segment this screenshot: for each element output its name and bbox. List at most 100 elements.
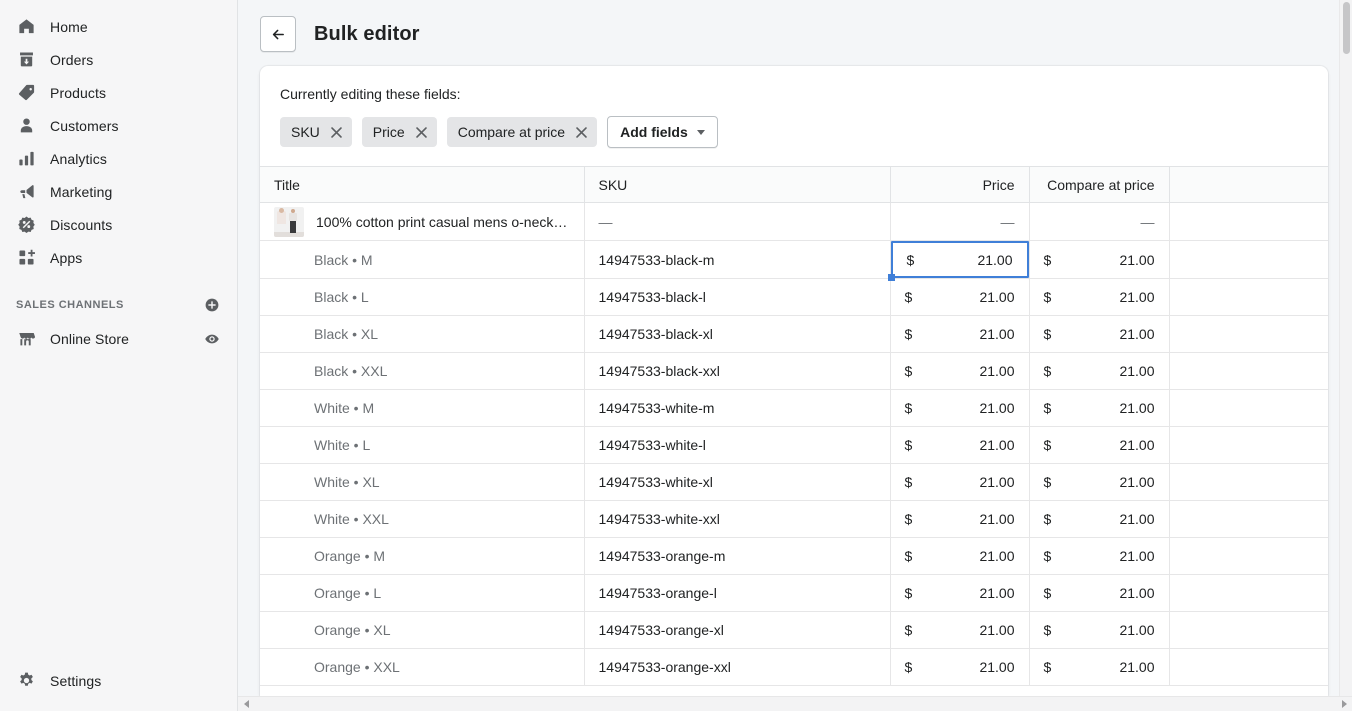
variant-sku-cell[interactable]: 14947533-orange-xl [584,611,891,649]
variant-price-cell[interactable]: $21.00 [890,278,1030,316]
variant-compare-price-cell[interactable]: $21.00 [1029,463,1170,501]
variant-compare-price-cell[interactable]: $21.00 [1029,315,1170,353]
field-chips: SKU Price Compare at price Add fields [280,116,1308,148]
sidebar-item-orders[interactable]: Orders [8,43,229,76]
sidebar-item-customers[interactable]: Customers [8,109,229,142]
currency-symbol: $ [1043,437,1052,453]
table-row[interactable]: White • L 14947533-white-l $21.00 $21.00 [260,426,1328,464]
variant-title-cell: Orange • XXL [260,648,585,686]
table-row[interactable]: Orange • L 14947533-orange-l $21.00 $21.… [260,574,1328,612]
product-row[interactable]: 100% cotton print casual mens o-neck t..… [260,202,1328,241]
variant-compare-price-cell[interactable]: $21.00 [1029,352,1170,390]
variant-sku-cell[interactable]: 14947533-orange-m [584,537,891,575]
eye-icon[interactable] [203,330,221,348]
table-row[interactable]: White • XXL 14947533-white-xxl $21.00 $2… [260,500,1328,538]
variant-compare-price-cell[interactable]: $21.00 [1029,537,1170,575]
close-icon[interactable] [415,126,428,139]
variant-compare-price-cell[interactable]: $21.00 [1029,389,1170,427]
back-button[interactable] [260,16,296,52]
variant-compare-price-cell[interactable]: $21.00 [1029,611,1170,649]
variant-sku-cell[interactable]: 14947533-white-m [584,389,891,427]
field-chip-compare-at-price[interactable]: Compare at price [446,117,598,147]
variant-price-cell[interactable]: $21.00 [890,463,1030,501]
vertical-scrollbar-thumb[interactable] [1343,2,1350,54]
variant-price-cell[interactable]: $21.00 [890,537,1030,575]
table-row[interactable]: Black • M 14947533-black-m $ 21.00 $ 21.… [260,240,1328,281]
variant-price-cell[interactable]: $21.00 [890,648,1030,686]
scroll-right-arrow-icon[interactable] [1336,697,1352,711]
variant-price-value: 21.00 [979,326,1015,342]
currency-symbol: $ [904,511,913,527]
variant-compare-price-cell[interactable]: $21.00 [1029,278,1170,316]
table-row[interactable]: Orange • M 14947533-orange-m $21.00 $21.… [260,537,1328,575]
variant-price-cell[interactable]: $21.00 [890,500,1030,538]
table-row[interactable]: Black • XL 14947533-black-xl $21.00 $21.… [260,315,1328,353]
table-row[interactable]: Black • XXL 14947533-black-xxl $21.00 $2… [260,352,1328,390]
sidebar-item-marketing[interactable]: Marketing [8,175,229,208]
sidebar-item-settings[interactable]: Settings [8,664,229,697]
variant-sku-cell[interactable]: 14947533-black-m [584,240,891,279]
variant-price-cell[interactable]: $21.00 [890,352,1030,390]
sidebar-item-apps[interactable]: Apps [8,241,229,274]
variant-price-value: 21.00 [979,511,1015,527]
variant-compare-price-cell[interactable]: $21.00 [1029,426,1170,464]
table-row[interactable]: White • M 14947533-white-m $21.00 $21.00 [260,389,1328,427]
product-title-cell[interactable]: 100% cotton print casual mens o-neck t..… [260,202,585,241]
variant-sku-cell[interactable]: 14947533-white-xxl [584,500,891,538]
spacer-cell [1169,574,1328,612]
variant-sku-cell[interactable]: 14947533-white-l [584,426,891,464]
variant-compare-price-cell[interactable]: $21.00 [1029,648,1170,686]
variant-sku: 14947533-black-l [598,289,706,305]
sidebar-item-products[interactable]: Products [8,76,229,109]
home-icon [16,17,36,37]
spacer-cell [1169,648,1328,686]
add-fields-button[interactable]: Add fields [607,116,718,148]
variant-price-cell[interactable]: $21.00 [890,426,1030,464]
currency-symbol: $ [904,585,913,601]
bulk-edit-table-wrapper[interactable]: Title SKU Price Compare at price 100% co… [260,166,1328,696]
variant-sku-cell[interactable]: 14947533-black-xxl [584,352,891,390]
variant-compare-price-cell[interactable]: $21.00 [1029,574,1170,612]
variant-sku-cell[interactable]: 14947533-orange-l [584,574,891,612]
fill-handle[interactable] [887,274,895,281]
sidebar-item-home[interactable]: Home [8,10,229,43]
table-row[interactable]: Orange • XL 14947533-orange-xl $21.00 $2… [260,611,1328,649]
column-header-price[interactable]: Price [890,166,1030,203]
variant-price-cell-focused[interactable]: $ 21.00 [887,240,1030,281]
variant-sku-cell[interactable]: 14947533-black-l [584,278,891,316]
variant-compare-price-cell[interactable]: $ 21.00 [1029,240,1170,279]
variant-sku-cell[interactable]: 14947533-orange-xxl [584,648,891,686]
sales-channels-section-header: SALES CHANNELS [8,292,229,318]
vertical-scrollbar[interactable] [1339,0,1352,696]
sidebar-item-label: Orders [50,51,94,68]
variant-price-cell[interactable]: $21.00 [890,389,1030,427]
column-header-sku[interactable]: SKU [584,166,891,203]
sidebar-item-online-store[interactable]: Online Store [8,322,229,355]
variant-compare-price-cell[interactable]: $21.00 [1029,500,1170,538]
close-icon[interactable] [575,126,588,139]
table-row[interactable]: Black • L 14947533-black-l $21.00 $21.00 [260,278,1328,316]
variant-title-cell: Black • XXL [260,352,585,390]
close-icon[interactable] [330,126,343,139]
table-row[interactable]: Orange • XXL 14947533-orange-xxl $21.00 … [260,648,1328,686]
field-chip-sku[interactable]: SKU [280,117,352,147]
horizontal-scrollbar[interactable] [238,696,1352,711]
variant-title-cell: White • XL [260,463,585,501]
column-header-title[interactable]: Title [260,166,585,203]
variant-price-cell[interactable]: $21.00 [890,574,1030,612]
horizontal-scrollbar-track[interactable] [254,697,1336,711]
circle-plus-icon[interactable] [203,296,221,314]
variant-sku-cell[interactable]: 14947533-black-xl [584,315,891,353]
sidebar-item-discounts[interactable]: Discounts [8,208,229,241]
variant-name: Orange • M [314,548,386,564]
column-header-compare-at-price[interactable]: Compare at price [1029,166,1170,203]
variant-sku-cell[interactable]: 14947533-white-xl [584,463,891,501]
variant-price-cell[interactable]: $21.00 [890,611,1030,649]
scroll-left-arrow-icon[interactable] [238,697,254,711]
variant-price-value: 21.00 [979,437,1015,453]
variant-compare-price-value: 21.00 [1119,326,1155,342]
table-row[interactable]: White • XL 14947533-white-xl $21.00 $21.… [260,463,1328,501]
sidebar-item-analytics[interactable]: Analytics [8,142,229,175]
variant-price-cell[interactable]: $21.00 [890,315,1030,353]
field-chip-price[interactable]: Price [361,117,437,147]
